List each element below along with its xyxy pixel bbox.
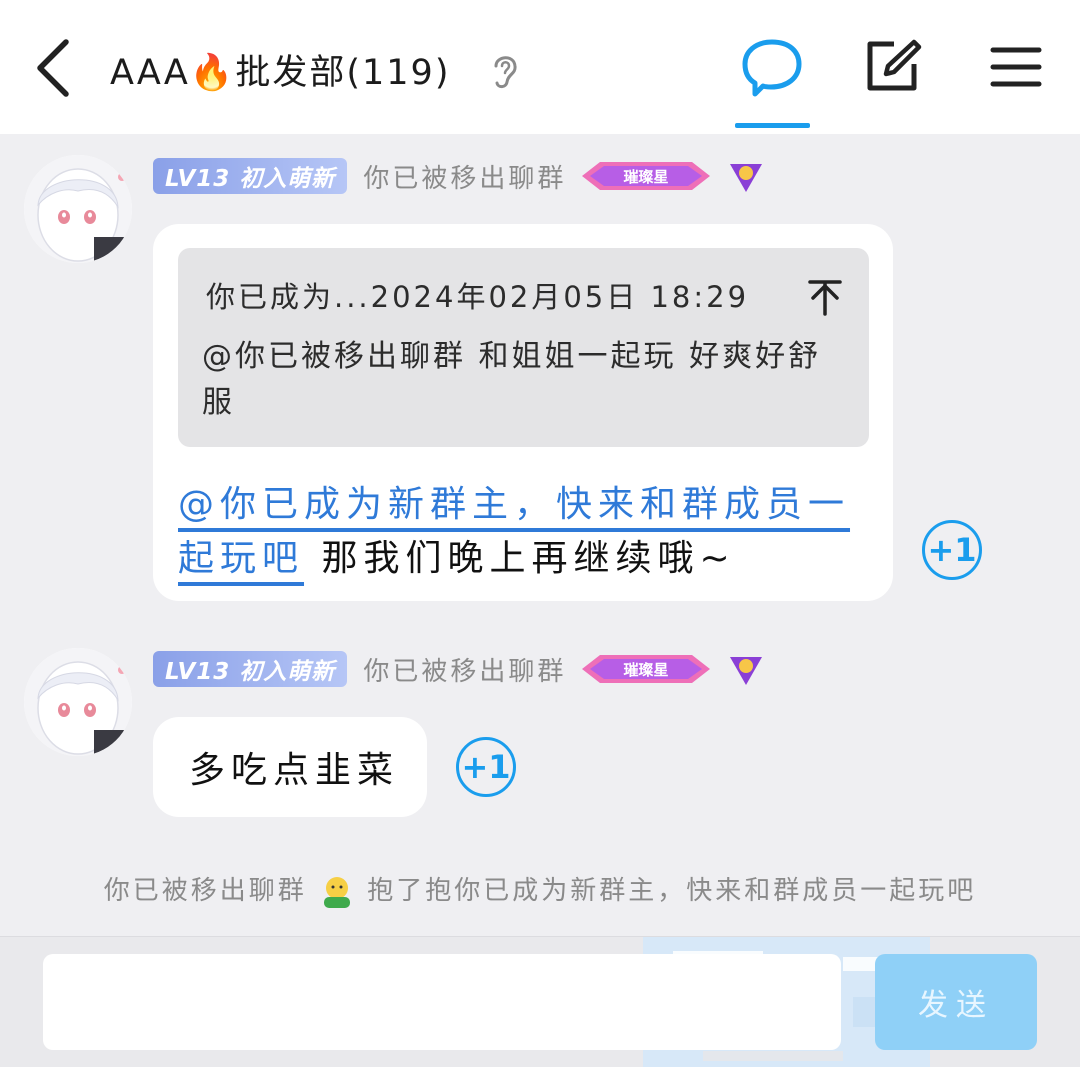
- jump-to-top-icon[interactable]: [808, 278, 842, 316]
- level-badge: LV13 初入萌新: [153, 158, 348, 194]
- message-body: 那我们晚上再继续哦~: [304, 538, 736, 579]
- quote-body: @你已被移出聊群 和姐姐一起玩 好爽好舒服: [202, 339, 822, 420]
- plus-one-button[interactable]: +1: [456, 737, 516, 797]
- vip-star-badge: 璀璨星: [582, 655, 711, 683]
- back-button[interactable]: [30, 36, 80, 100]
- message-body: 多吃点韭菜: [189, 750, 400, 791]
- input-bar: 发送: [0, 936, 1080, 1067]
- avatar[interactable]: [24, 155, 132, 263]
- message-bubble[interactable]: 多吃点韭菜: [153, 717, 427, 817]
- vip-badge-label: 璀璨星: [624, 661, 669, 679]
- group-title: AAA🔥批发部(119): [110, 53, 451, 93]
- send-button[interactable]: 发送: [875, 954, 1037, 1050]
- message-meta: LV13 初入萌新 你已被移出聊群 璀璨星: [153, 156, 766, 196]
- level-badge: LV13 初入萌新: [153, 651, 348, 687]
- crown-icon: [730, 657, 763, 685]
- anime-avatar-image: [24, 648, 132, 756]
- system-message: 你已被移出聊群 抱了抱你已成为新群主，快来和群成员一起玩吧: [0, 870, 1080, 909]
- plus-one-button[interactable]: +1: [922, 520, 982, 580]
- menu-icon: [990, 47, 1042, 87]
- vip-star-badge: 璀璨星: [582, 162, 711, 190]
- ear-icon: [494, 56, 517, 89]
- chat-bubble-icon: [742, 39, 802, 97]
- quoted-message[interactable]: 你已成为...2024年02月05日 18:29 @你已被移出聊群 和姐姐一起玩…: [178, 248, 869, 447]
- avatar[interactable]: [24, 648, 132, 756]
- chevron-left-icon: [37, 39, 69, 97]
- edit-icon: [867, 39, 922, 91]
- system-target[interactable]: 你已成为新群主，快来和群成员一起玩吧: [454, 876, 976, 906]
- vip-badge-label: 璀璨星: [624, 168, 669, 186]
- message-text: @你已成为新群主，快来和群成员一起玩吧 那我们晚上再继续哦~: [178, 478, 878, 586]
- tab-chat[interactable]: [735, 36, 810, 128]
- system-action: 抱了抱: [367, 876, 455, 906]
- menu-button[interactable]: [990, 42, 1042, 92]
- sender-name[interactable]: 你已被移出聊群: [363, 651, 566, 688]
- crown-icon: [730, 164, 763, 192]
- system-actor[interactable]: 你已被移出聊群: [104, 876, 307, 906]
- anime-avatar-image: [24, 155, 132, 263]
- sender-name[interactable]: 你已被移出聊群: [363, 158, 566, 195]
- hug-emoji-icon: [323, 876, 350, 908]
- quote-header: 你已成为...2024年02月05日 18:29: [206, 280, 750, 314]
- top-bar: AAA🔥批发部(119): [0, 0, 1080, 134]
- message-input[interactable]: [43, 954, 841, 1050]
- edit-button[interactable]: [864, 38, 922, 96]
- active-tab-indicator: [735, 123, 810, 128]
- message-bubble[interactable]: 你已成为...2024年02月05日 18:29 @你已被移出聊群 和姐姐一起玩…: [153, 224, 893, 601]
- message-meta: LV13 初入萌新 你已被移出聊群 璀璨星: [153, 649, 766, 689]
